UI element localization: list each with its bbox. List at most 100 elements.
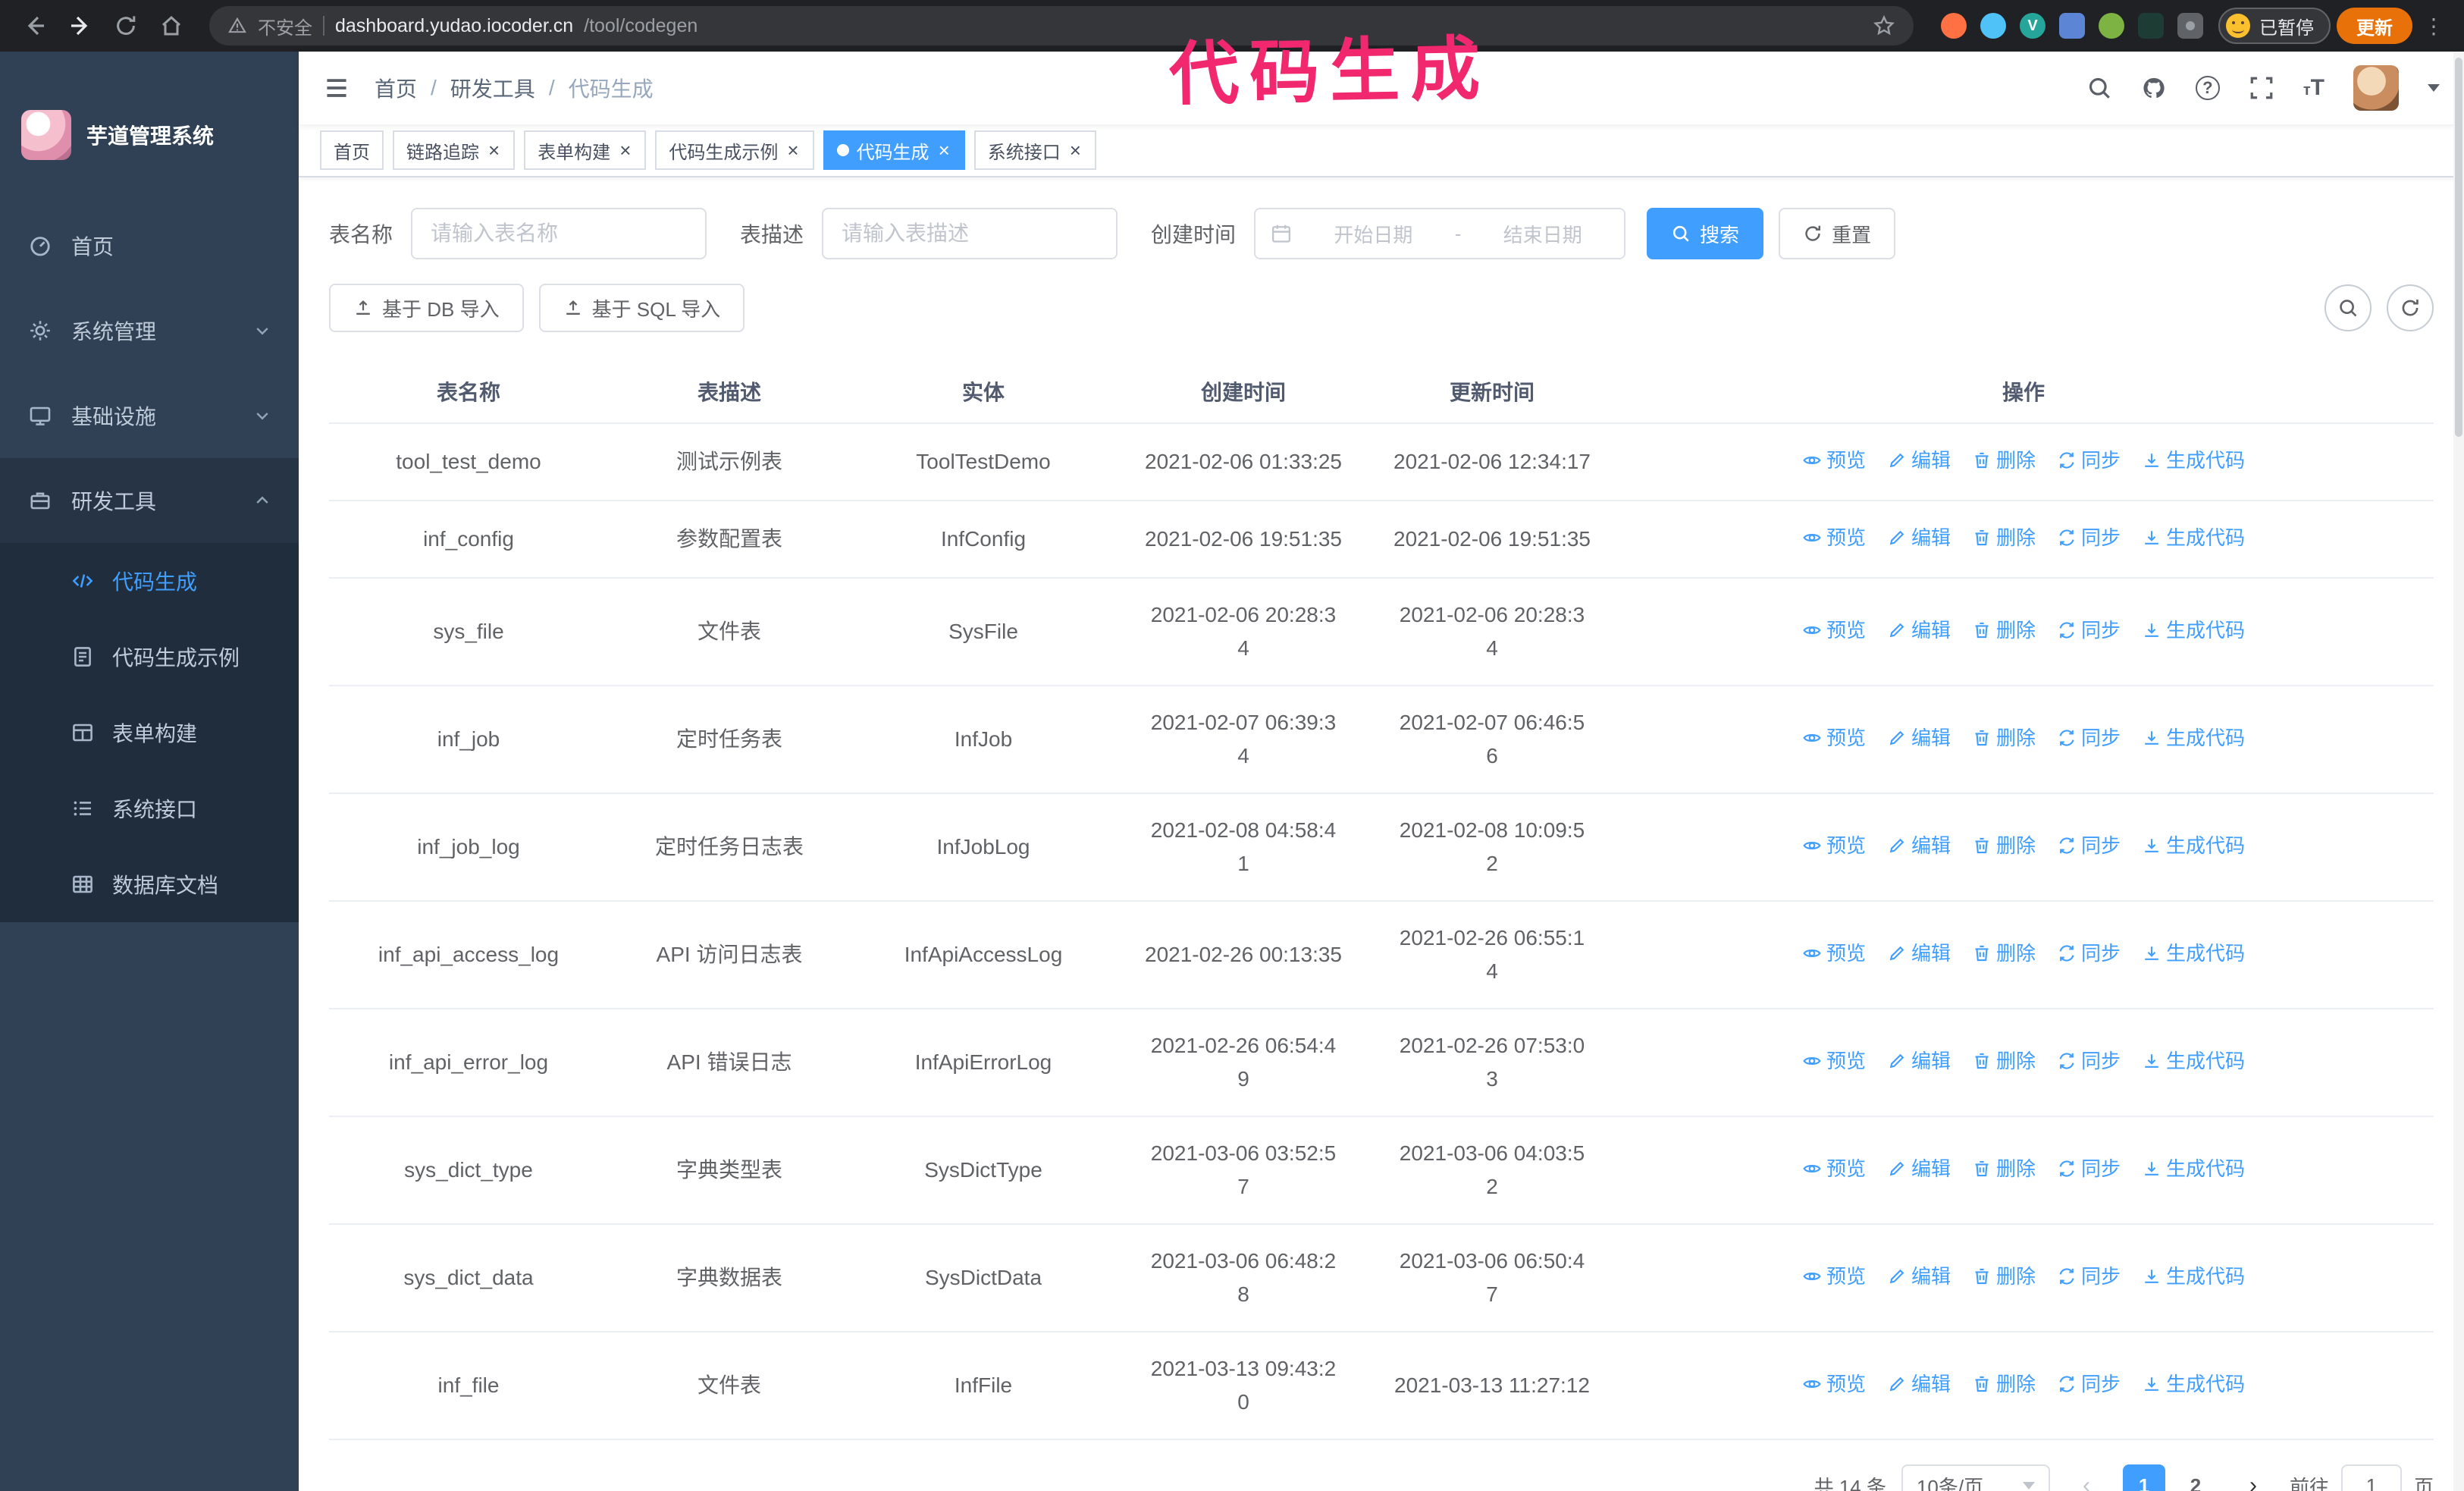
browser-reload-icon[interactable] — [106, 6, 146, 46]
date-start-placeholder[interactable]: 开始日期 — [1307, 220, 1440, 248]
table-desc-input[interactable] — [822, 208, 1118, 259]
chevron-down-icon[interactable] — [2428, 84, 2440, 92]
tab-首页[interactable]: 首页 — [320, 130, 384, 170]
browser-back-icon[interactable] — [15, 6, 55, 46]
date-end-placeholder[interactable]: 结束日期 — [1476, 220, 1609, 248]
tab-close-icon[interactable]: × — [785, 140, 800, 160]
row-action-preview[interactable]: 预览 — [1802, 829, 1866, 862]
user-avatar[interactable] — [2353, 65, 2399, 111]
row-action-sync[interactable]: 同步 — [2057, 937, 2121, 970]
row-action-sync[interactable]: 同步 — [2057, 614, 2121, 647]
refresh-button[interactable] — [2387, 284, 2434, 331]
row-action-generate[interactable]: 生成代码 — [2142, 614, 2245, 647]
page-scrollbar[interactable] — [2453, 52, 2464, 1491]
row-action-preview[interactable]: 预览 — [1802, 444, 1866, 477]
breadcrumb-item[interactable]: 首页 — [375, 73, 417, 103]
row-action-generate[interactable]: 生成代码 — [2142, 521, 2245, 554]
row-action-preview[interactable]: 预览 — [1802, 521, 1866, 554]
profile-paused-chip[interactable]: 已暂停 — [2218, 8, 2331, 44]
page-size-select[interactable]: 10条/页 — [1901, 1464, 2050, 1491]
sidebar-item-codegen[interactable]: 代码生成 — [0, 543, 299, 619]
next-page-button[interactable]: › — [2232, 1464, 2274, 1491]
prev-page-button[interactable]: ‹ — [2065, 1464, 2108, 1491]
toggle-search-button[interactable] — [2324, 284, 2372, 331]
row-action-preview[interactable]: 预览 — [1802, 1367, 1866, 1401]
extension-icon[interactable] — [1980, 13, 2006, 39]
row-action-generate[interactable]: 生成代码 — [2142, 1044, 2245, 1078]
row-action-preview[interactable]: 预览 — [1802, 721, 1866, 755]
row-action-delete[interactable]: 删除 — [1972, 521, 2036, 554]
row-action-delete[interactable]: 删除 — [1972, 829, 2036, 862]
row-action-generate[interactable]: 生成代码 — [2142, 1152, 2245, 1185]
row-action-delete[interactable]: 删除 — [1972, 721, 2036, 755]
row-action-generate[interactable]: 生成代码 — [2142, 1367, 2245, 1401]
row-action-generate[interactable]: 生成代码 — [2142, 721, 2245, 755]
tab-代码生成示例[interactable]: 代码生成示例 × — [655, 130, 814, 170]
row-action-delete[interactable]: 删除 — [1972, 614, 2036, 647]
row-action-edit[interactable]: 编辑 — [1887, 614, 1951, 647]
search-button[interactable]: 搜索 — [1647, 208, 1764, 259]
date-range-picker[interactable]: 开始日期 - 结束日期 — [1254, 208, 1626, 259]
extension-icon[interactable] — [2059, 13, 2085, 39]
row-action-sync[interactable]: 同步 — [2057, 829, 2121, 862]
extension-icon[interactable] — [2138, 13, 2164, 39]
row-action-delete[interactable]: 删除 — [1972, 1260, 2036, 1293]
row-action-delete[interactable]: 删除 — [1972, 937, 2036, 970]
reset-button[interactable]: 重置 — [1779, 208, 1896, 259]
fullscreen-icon[interactable] — [2249, 75, 2274, 101]
sidebar-item-db-doc[interactable]: 数据库文档 — [0, 846, 299, 922]
table-name-input[interactable] — [411, 208, 707, 259]
extension-icon[interactable] — [2099, 13, 2124, 39]
row-action-sync[interactable]: 同步 — [2057, 1260, 2121, 1293]
breadcrumb-item[interactable]: 研发工具 — [450, 73, 535, 103]
tab-表单构建[interactable]: 表单构建 × — [524, 130, 647, 170]
tab-系统接口[interactable]: 系统接口 × — [973, 130, 1096, 170]
tab-代码生成[interactable]: 代码生成 × — [823, 130, 965, 170]
row-action-sync[interactable]: 同步 — [2057, 1367, 2121, 1401]
row-action-preview[interactable]: 预览 — [1802, 614, 1866, 647]
row-action-sync[interactable]: 同步 — [2057, 721, 2121, 755]
row-action-edit[interactable]: 编辑 — [1887, 444, 1951, 477]
browser-forward-icon[interactable] — [61, 6, 100, 46]
row-action-edit[interactable]: 编辑 — [1887, 1044, 1951, 1078]
scrollbar-thumb[interactable] — [2455, 58, 2462, 437]
page-number-2[interactable]: 2 — [2174, 1464, 2217, 1491]
row-action-generate[interactable]: 生成代码 — [2142, 1260, 2245, 1293]
app-logo[interactable]: 芋道管理系统 — [0, 52, 299, 182]
row-action-delete[interactable]: 删除 — [1972, 1044, 2036, 1078]
sidebar-item-devtools[interactable]: 研发工具 — [0, 458, 299, 543]
sidebar-item-codegen-example[interactable]: 代码生成示例 — [0, 619, 299, 695]
goto-page-input[interactable] — [2340, 1464, 2402, 1491]
row-action-preview[interactable]: 预览 — [1802, 937, 1866, 970]
row-action-edit[interactable]: 编辑 — [1887, 937, 1951, 970]
row-action-edit[interactable]: 编辑 — [1887, 829, 1951, 862]
browser-menu-icon[interactable]: ⋮ — [2419, 14, 2449, 39]
row-action-generate[interactable]: 生成代码 — [2142, 444, 2245, 477]
tab-close-icon[interactable]: × — [487, 140, 501, 160]
tab-链路追踪[interactable]: 链路追踪 × — [393, 130, 516, 170]
sidebar-item-system-api[interactable]: 系统接口 — [0, 771, 299, 846]
extension-icon[interactable] — [1941, 13, 1967, 39]
font-size-icon[interactable]: тT — [2303, 75, 2324, 101]
row-action-preview[interactable]: 预览 — [1802, 1044, 1866, 1078]
row-action-sync[interactable]: 同步 — [2057, 1152, 2121, 1185]
row-action-sync[interactable]: 同步 — [2057, 521, 2121, 554]
row-action-sync[interactable]: 同步 — [2057, 1044, 2121, 1078]
browser-home-icon[interactable] — [152, 6, 191, 46]
row-action-edit[interactable]: 编辑 — [1887, 1260, 1951, 1293]
row-action-generate[interactable]: 生成代码 — [2142, 829, 2245, 862]
help-icon[interactable]: ? — [2195, 76, 2220, 100]
page-number-1[interactable]: 1 — [2122, 1464, 2165, 1491]
bookmark-star-icon[interactable] — [1873, 14, 1895, 37]
row-action-preview[interactable]: 预览 — [1802, 1260, 1866, 1293]
tab-close-icon[interactable]: × — [618, 140, 632, 160]
row-action-preview[interactable]: 预览 — [1802, 1152, 1866, 1185]
row-action-sync[interactable]: 同步 — [2057, 444, 2121, 477]
row-action-edit[interactable]: 编辑 — [1887, 1367, 1951, 1401]
row-action-delete[interactable]: 删除 — [1972, 1152, 2036, 1185]
extension-vue-icon[interactable]: V — [2020, 13, 2045, 39]
row-action-edit[interactable]: 编辑 — [1887, 521, 1951, 554]
puzzle-extensions-icon[interactable] — [2177, 13, 2203, 39]
row-action-edit[interactable]: 编辑 — [1887, 1152, 1951, 1185]
sidebar-item-home[interactable]: 首页 — [0, 203, 299, 288]
